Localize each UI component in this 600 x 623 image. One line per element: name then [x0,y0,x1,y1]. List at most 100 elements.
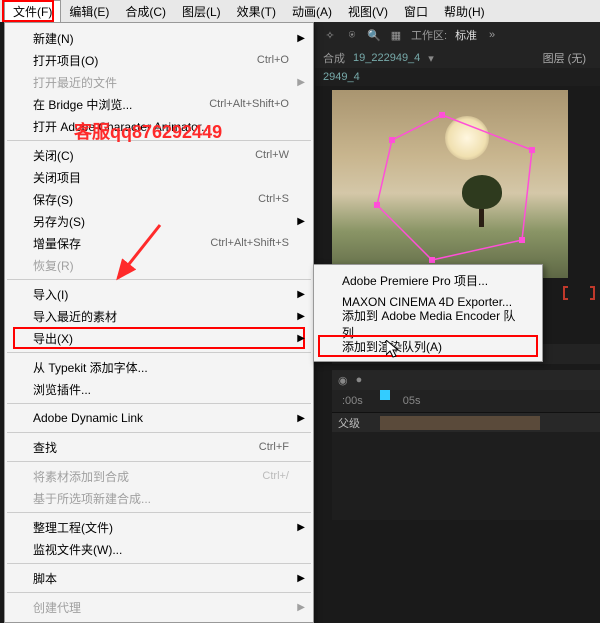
menu-find[interactable]: 查找Ctrl+F [5,436,313,458]
layer-bar[interactable] [380,416,540,430]
menu-edit[interactable]: 编辑(E) [61,1,117,22]
submenu-render-queue[interactable]: 添加到渲染队列(A) [314,335,542,357]
menu-effect[interactable]: 效果(T) [229,1,284,22]
menu-browse-bridge[interactable]: 在 Bridge 中浏览...Ctrl+Alt+Shift+O [5,93,313,115]
menu-browse-plugins[interactable]: 浏览插件... [5,378,313,400]
mask-path[interactable] [372,110,552,273]
shortcut: Ctrl+Alt+Shift+S [210,237,289,249]
menu-watch-folder[interactable]: 监视文件夹(W)... [5,538,313,560]
person-icon[interactable]: ⍟ [345,28,359,42]
composition-tabbar: 合成 19_222949_4 ▾ 图层 (无) [315,48,600,68]
menu-scripts-label: 脚本 [33,570,57,587]
chevron-right-icon: ▶ [297,602,305,613]
menu-dynamic-link[interactable]: Adobe Dynamic Link▶ [5,407,313,429]
menu-layer[interactable]: 图层(L) [174,1,229,22]
menu-open-recent: 打开最近的文件 ▶ [5,71,313,93]
breadcrumb-item[interactable]: 2949_4 [323,71,360,83]
chevron-right-icon: ▶ [297,77,305,88]
menu-open-project[interactable]: 打开项目(O) Ctrl+O [5,49,313,71]
playhead[interactable] [380,390,390,400]
menu-revert: 恢复(R) [5,254,313,276]
workspace-label: 工作区: [411,27,447,43]
submenu-ame[interactable]: 添加到 Adobe Media Encoder 队列... [314,313,542,335]
workspace-value[interactable]: 标准 [455,27,477,43]
menu-watchfolder-label: 监视文件夹(W)... [33,541,122,558]
separator [7,512,311,513]
menu-typekit[interactable]: 从 Typekit 添加字体... [5,356,313,378]
menu-save[interactable]: 保存(S) Ctrl+S [5,188,313,210]
menu-scripts[interactable]: 脚本 ▶ [5,567,313,589]
search-icon[interactable]: 🔍 [367,28,381,42]
menu-close[interactable]: 关闭(C)Ctrl+W [5,144,313,166]
eye-icon[interactable]: ◉ [338,374,348,387]
separator [7,140,311,141]
menu-typekit-label: 从 Typekit 添加字体... [33,359,148,376]
separator [7,352,311,353]
menu-new[interactable]: 新建(N) ▶ [5,27,313,49]
menu-addcomp-label: 将素材添加到合成 [33,468,129,485]
separator [7,403,311,404]
menu-composition[interactable]: 合成(C) [117,1,174,22]
chevron-right-icon: ▶ [297,573,305,584]
layer-info: 图层 (无) [543,50,586,66]
timeline-panel: ◉ ● :00s 05s 父级 [332,370,600,520]
shortcut: Ctrl+S [258,193,289,205]
submenu-premiere-label: Adobe Premiere Pro 项目... [342,272,488,289]
bracket-markers [564,285,594,305]
menu-window[interactable]: 窗口 [396,1,436,22]
composition-viewer[interactable] [332,90,568,278]
preview-image [332,90,568,278]
shortcut: Ctrl+O [257,54,289,66]
menu-open-ca-label: 打开 Adobe Character Animator... [33,118,211,135]
submenu-premiere[interactable]: Adobe Premiere Pro 项目... [314,269,542,291]
chevron-right-icon: ▶ [297,522,305,533]
menu-import-recent[interactable]: 导入最近的素材 ▶ [5,305,313,327]
menu-import[interactable]: 导入(I)▶ [5,283,313,305]
parent-column: 父级 [338,415,360,431]
menu-incsave-label: 增量保存 [33,235,81,252]
menu-increment-save[interactable]: 增量保存 Ctrl+Alt+Shift+S [5,232,313,254]
menu-new-label: 新建(N) [33,30,74,47]
menu-consolidate[interactable]: 整理工程(文件)▶ [5,516,313,538]
secondary-toolbar: ✧ ⍟ 🔍 ▦ 工作区: 标准 » [315,22,600,48]
menu-save-as-label: 另存为(S) [33,213,85,230]
snap-icon[interactable]: ✧ [323,28,337,42]
separator [7,432,311,433]
grid-icon[interactable]: ▦ [389,28,403,42]
menu-import-recent-label: 导入最近的素材 [33,308,117,325]
menu-close-label: 关闭(C) [33,147,74,164]
menu-export[interactable]: 导出(X)▶ [5,327,313,349]
separator [7,563,311,564]
shortcut: Ctrl+F [259,441,289,453]
timeline-header: ◉ ● [332,370,600,390]
menu-proxy-label: 创建代理 [33,599,81,616]
time-ruler[interactable]: :00s 05s [332,390,600,412]
lock-icon[interactable]: ● [356,374,363,386]
menu-open-character-animator[interactable]: 打开 Adobe Character Animator... [5,115,313,137]
menubar: 文件(F) 编辑(E) 合成(C) 图层(L) 效果(T) 动画(A) 视图(V… [0,0,600,22]
menu-browse-tpl-label: 浏览插件... [33,381,91,398]
menu-close-project-label: 关闭项目 [33,169,81,186]
menu-open-recent-label: 打开最近的文件 [33,74,117,91]
chevron-right-icon: ▶ [297,33,305,44]
chevron-down-icon[interactable]: ▾ [428,52,434,65]
chevron-right-icon[interactable]: » [485,28,499,42]
ruler-tick: 05s [403,395,421,407]
menu-file[interactable]: 文件(F) [4,0,61,22]
file-dropdown: 新建(N) ▶ 打开项目(O) Ctrl+O 打开最近的文件 ▶ 在 Bridge 中… [4,22,314,623]
chevron-right-icon: ▶ [297,311,305,322]
menu-animation[interactable]: 动画(A) [284,1,340,22]
export-submenu: Adobe Premiere Pro 项目... MAXON CINEMA 4D… [313,264,543,362]
menu-save-as[interactable]: 另存为(S) ▶ [5,210,313,232]
menu-open-project-label: 打开项目(O) [33,52,98,69]
menu-save-label: 保存(S) [33,191,73,208]
menu-adl-label: Adobe Dynamic Link [33,411,143,425]
menu-close-project[interactable]: 关闭项目 [5,166,313,188]
menu-view[interactable]: 视图(V) [340,1,396,22]
menu-browse-bridge-label: 在 Bridge 中浏览... [33,96,132,113]
menu-newcomp-label: 基于所选项新建合成... [33,490,151,507]
shortcut: Ctrl+/ [262,470,289,482]
comp-tab[interactable]: 19_222949_4 [353,52,420,64]
menu-help[interactable]: 帮助(H) [436,1,493,22]
chevron-right-icon: ▶ [297,216,305,227]
